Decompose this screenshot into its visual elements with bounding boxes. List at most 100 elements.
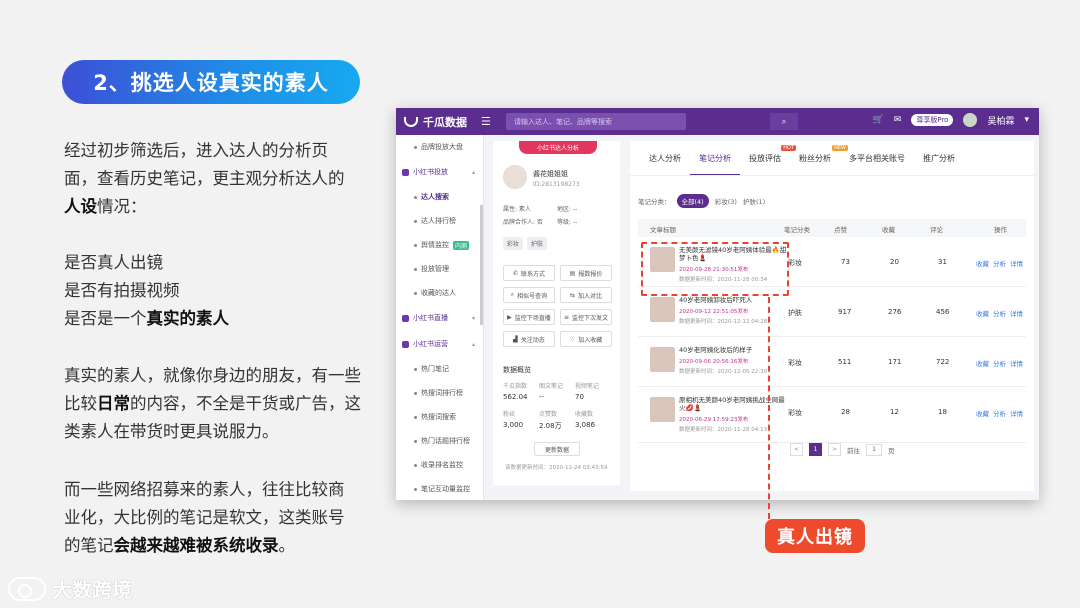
tab-kol-analysis[interactable]: 达人分析 [640, 153, 690, 176]
search-placeholder: 请输入达人、笔记、品牌等搜索 [514, 118, 612, 126]
compare-button[interactable]: ⇆ 加入对比 [560, 287, 612, 303]
brand-logo-icon [404, 116, 418, 127]
btn-label: 监控下场直播 [514, 314, 551, 322]
bullet-icon [414, 391, 417, 395]
app-brand[interactable]: 千瓜数据 [404, 114, 467, 130]
page-input[interactable]: 1 [866, 443, 882, 456]
filter-skincare[interactable]: 护肤(1) [743, 196, 765, 206]
sidebar-item-hot-notes[interactable]: 热门笔记 [396, 357, 483, 381]
note-update-time: 数据更新时间：2020-12-12 04:28 [679, 319, 768, 325]
group-icon [402, 168, 409, 176]
sidebar-item-ad-manage[interactable]: 投放管理 [396, 257, 483, 281]
action-detail[interactable]: 详情 [1010, 258, 1023, 268]
mail-icon[interactable]: ✉ [894, 115, 902, 125]
note-thumbnail[interactable] [650, 347, 675, 372]
hot-badge: HOT [781, 145, 796, 151]
tab-label: 投放评估 [749, 154, 781, 163]
note-title[interactable]: 原相机无美颜40岁老阿姨挑战全网最火💋💄 [679, 396, 787, 412]
action-analyze[interactable]: 分析 [993, 408, 1006, 418]
sidebar-item-brand-overview[interactable]: 品牌投放大盘 [396, 135, 483, 159]
note-title[interactable]: 40岁老阿姨化妆后的样子 [679, 346, 787, 354]
top-actions: 🛒 ✉ 尊享版Pro 吴柏霖 ▾ [873, 113, 1029, 127]
favorite-button[interactable]: ♡ 加入收藏 [560, 331, 612, 347]
brand-name: 千瓜数据 [423, 115, 467, 129]
action-analyze[interactable]: 分析 [993, 258, 1006, 268]
checklist: 是否真人出镜 是否有拍摄视频 是否是一个真实的素人 [64, 249, 354, 333]
col-comments[interactable]: 评论 [930, 224, 943, 234]
bullet-icon [414, 219, 417, 223]
sidebar-item-monitor[interactable]: 舆情监控 内测 [396, 233, 483, 257]
note-thumbnail[interactable] [650, 397, 675, 422]
sidebar-group-ops[interactable]: 小红书运营 ▴ [396, 331, 483, 357]
row-actions: 收藏 分析 详情 [976, 408, 1023, 418]
col-likes[interactable]: 点赞 [834, 224, 847, 234]
search-input[interactable]: 请输入达人、笔记、品牌等搜索 ⌕ [506, 113, 798, 130]
sidebar-item-hot-words-search[interactable]: 热搜词搜索 [396, 405, 483, 429]
check-item-1: 是否真人出镜 [64, 253, 163, 272]
highlight-box [641, 242, 789, 296]
intro-bold: 人设 [64, 197, 97, 216]
action-analyze[interactable]: 分析 [993, 358, 1006, 368]
chevron-down-icon[interactable]: ▾ [1024, 115, 1029, 125]
heart-icon: ♡ [569, 335, 576, 343]
sidebar-item-hot-words-rank[interactable]: 热搜词排行榜 [396, 381, 483, 405]
menu-toggle-icon[interactable]: ☰ [481, 115, 491, 128]
action-detail[interactable]: 详情 [1010, 308, 1023, 318]
chart-icon: ▟ [513, 335, 518, 343]
note-title[interactable]: 40岁老阿姨卸妆后吓死人 [679, 296, 787, 304]
note-likes: 28 [841, 408, 850, 416]
sidebar-label: 热门笔记 [421, 365, 449, 373]
plan-badge[interactable]: 尊享版Pro [911, 114, 954, 126]
table-row[interactable]: 原相机无美颜40岁老阿姨挑战全网最火💋💄 2020-06-29 17:59:23… [638, 387, 1026, 443]
next-page-button[interactable]: > [828, 443, 841, 456]
sidebar-item-kol-rank[interactable]: 达人排行榜 [396, 209, 483, 233]
tab-note-analysis[interactable]: 笔记分析 [690, 153, 740, 176]
goto-label: 前往 [847, 446, 860, 455]
note-category: 彩妆 [788, 409, 802, 417]
sidebar-group-live[interactable]: 小红书直播 ▾ [396, 305, 483, 331]
contact-button[interactable]: ✆ 联系方式 [503, 265, 555, 281]
update-data-button[interactable]: 更新数据 [534, 442, 580, 456]
prev-page-button[interactable]: < [790, 443, 803, 456]
bullet-icon [414, 195, 417, 199]
action-detail[interactable]: 详情 [1010, 358, 1023, 368]
tab-fans[interactable]: 粉丝分析 NEW [790, 145, 848, 176]
sidebar-group-ad[interactable]: 小红书投放 ▴ [396, 159, 483, 185]
profile-id: ID:2813198273 [533, 181, 580, 188]
user-name[interactable]: 吴柏霖 [987, 114, 1014, 127]
filter-makeup[interactable]: 彩妆(3) [715, 196, 737, 206]
analysis-tabs: 达人分析 笔记分析 投放评估 HOT 粉丝分析 NEW 多平台相关账号 推广分析 [640, 145, 964, 176]
note-publish-time: 2020-06-29 17:59:23发布 [679, 417, 749, 423]
action-detail[interactable]: 详情 [1010, 408, 1023, 418]
monitor-post-button[interactable]: ≡ 监控下次发文 [560, 309, 612, 325]
bullet-icon [414, 291, 417, 295]
sidebar-scrollbar[interactable] [480, 205, 483, 325]
col-favs[interactable]: 收藏 [882, 224, 895, 234]
sidebar-item-topic-rank[interactable]: 热门话题排行榜 [396, 429, 483, 453]
current-page[interactable]: 1 [809, 443, 822, 456]
monitor-live-button[interactable]: ▶ 监控下场直播 [503, 309, 555, 325]
follow-button[interactable]: ▟ 关注动态 [503, 331, 555, 347]
note-category: 彩妆 [788, 259, 802, 267]
note-thumbnail[interactable] [650, 297, 675, 322]
action-favorite[interactable]: 收藏 [976, 258, 989, 268]
tab-multi-platform[interactable]: 多平台相关账号 [840, 153, 914, 176]
action-favorite[interactable]: 收藏 [976, 408, 989, 418]
search-icon[interactable]: ⌕ [770, 113, 798, 130]
cart-icon[interactable]: 🛒 [873, 115, 884, 125]
action-analyze[interactable]: 分析 [993, 308, 1006, 318]
sidebar-item-kol-search[interactable]: 达人搜索 [396, 185, 483, 209]
tab-ad-eval[interactable]: 投放评估 HOT [740, 145, 796, 176]
tab-promotion[interactable]: 推广分析 [914, 153, 964, 176]
sidebar-item-favorites[interactable]: 收藏的达人 [396, 281, 483, 305]
sidebar-item-interaction-monitor[interactable]: 笔记互动量监控 [396, 477, 483, 500]
quote-button[interactable]: ▤ 报数报价 [560, 265, 612, 281]
similar-button[interactable]: ⌕ 相似号查询 [503, 287, 555, 303]
user-avatar[interactable] [963, 113, 978, 127]
action-favorite[interactable]: 收藏 [976, 358, 989, 368]
action-favorite[interactable]: 收藏 [976, 308, 989, 318]
sidebar-item-index-monitor[interactable]: 收录排名监控 [396, 453, 483, 477]
col-category: 笔记分类 [784, 226, 810, 234]
filter-all[interactable]: 全部(4) [676, 194, 709, 208]
table-row[interactable]: 40岁老阿姨化妆后的样子 2020-09-06 20:56:16发布 数据更新时… [638, 337, 1026, 387]
